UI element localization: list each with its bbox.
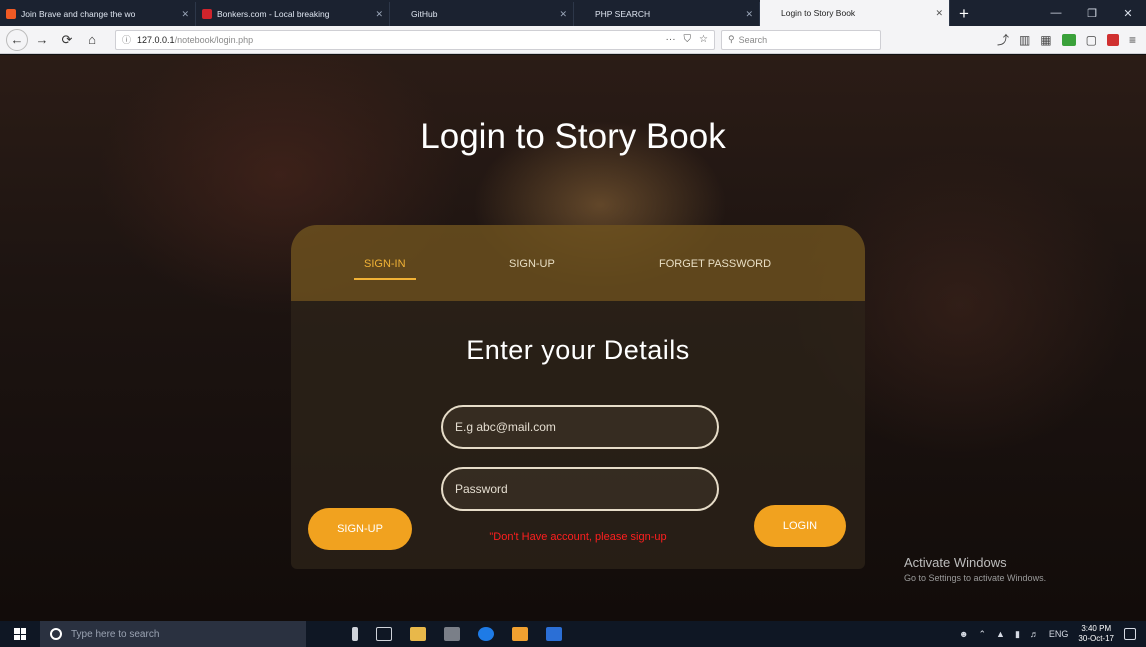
windows-taskbar: Type here to search ☻ ⌃ ▲ ▮ ♬ ENG 3:40 P…	[0, 621, 1146, 647]
browser-tab-bar: Join Brave and change the wo ✕ Bonkers.c…	[0, 0, 1146, 26]
browser-toolbar: ⤴ ▥ ▦ ▢ ≡	[997, 31, 1146, 48]
language-indicator[interactable]: ENG	[1049, 629, 1069, 639]
watermark-subtitle: Go to Settings to activate Windows.	[904, 573, 1047, 583]
minimize-icon[interactable]: —	[1038, 7, 1074, 19]
tab-login-story-book[interactable]: Login to Story Book ✕	[760, 0, 950, 26]
window-controls: — ❐ ✕	[1038, 0, 1146, 26]
screenshot-icon[interactable]: ▢	[1086, 33, 1097, 47]
login-tab-strip: SIGN-IN SIGN-UP FORGET PASSWORD	[291, 225, 865, 301]
bookmark-star-icon[interactable]: ☆	[699, 34, 708, 45]
pocket-icon[interactable]: ⛉	[684, 34, 692, 45]
taskbar-search[interactable]: Type here to search	[40, 621, 306, 647]
battery-icon[interactable]: ▮	[1015, 629, 1020, 640]
tab-sign-up[interactable]: SIGN-UP	[509, 258, 555, 270]
forward-arrow-icon[interactable]: →	[31, 29, 53, 51]
activate-windows-watermark: Activate Windows Go to Settings to activ…	[904, 555, 1046, 583]
bonkers-favicon-icon	[202, 9, 212, 19]
people-icon[interactable]: ☻	[959, 629, 968, 639]
menu-icon[interactable]: ≡	[1129, 33, 1136, 47]
action-center-icon[interactable]	[1124, 628, 1136, 640]
tab-brave[interactable]: Join Brave and change the wo ✕	[0, 2, 196, 26]
close-window-icon[interactable]: ✕	[1110, 7, 1146, 20]
tab-close-icon[interactable]: ✕	[559, 9, 567, 20]
tab-close-icon[interactable]: ✕	[745, 9, 753, 20]
tab-bonkers[interactable]: Bonkers.com - Local breaking ✕	[196, 2, 390, 26]
taskbar-apps	[352, 627, 562, 641]
url-actions: ··· ⛉ ☆	[666, 34, 708, 45]
tab-label: GitHub	[411, 9, 438, 19]
extension-icon[interactable]	[1061, 33, 1076, 46]
tab-sign-in[interactable]: SIGN-IN	[354, 258, 416, 280]
page-actions-icon[interactable]: ···	[666, 34, 676, 45]
tab-close-icon[interactable]: ✕	[375, 9, 383, 20]
browser-nav-bar: ← → ⟳ ⌂ ⓘ 127.0.0.1/notebook/login.php ·…	[0, 26, 1146, 54]
form-heading: Enter your Details	[466, 335, 690, 365]
tab-github[interactable]: GitHub ✕	[390, 2, 574, 26]
sidebar-icon[interactable]: ▦	[1040, 33, 1051, 47]
login-form: Enter your Details SIGN-UP "Don't Have a…	[291, 301, 865, 569]
github-favicon-icon	[396, 9, 406, 19]
tab-label: PHP SEARCH	[595, 9, 651, 19]
url-text: 127.0.0.1/notebook/login.php	[137, 35, 253, 45]
password-input[interactable]	[441, 467, 719, 511]
calculator-icon[interactable]	[444, 627, 460, 641]
email-input[interactable]	[441, 405, 719, 449]
tab-close-icon[interactable]: ✕	[935, 8, 943, 19]
url-bar[interactable]: ⓘ 127.0.0.1/notebook/login.php ··· ⛉ ☆	[115, 29, 715, 50]
signup-button[interactable]: SIGN-UP	[308, 508, 412, 550]
volume-icon[interactable]: ♬	[1030, 629, 1039, 639]
pin-icon[interactable]: ⤴	[997, 31, 1009, 48]
home-icon[interactable]: ⌂	[81, 29, 103, 51]
url-host: 127.0.0.1	[137, 34, 175, 45]
task-view-icon[interactable]	[376, 627, 392, 641]
tab-label: Join Brave and change the wo	[21, 9, 136, 19]
tray-expand-icon[interactable]: ⌃	[978, 629, 986, 640]
clock-time: 3:40 PM	[1081, 624, 1112, 633]
url-path: /notebook/login.php	[174, 34, 254, 45]
page-title: Login to Story Book	[420, 117, 726, 156]
word-icon[interactable]	[546, 627, 562, 641]
xampp-icon[interactable]	[512, 627, 528, 641]
network-icon[interactable]: ▲	[996, 629, 1005, 639]
tab-forget-password[interactable]: FORGET PASSWORD	[659, 258, 771, 270]
browser-search-bar[interactable]: ⚲ Search	[721, 29, 881, 50]
library-icon[interactable]: ▥	[1019, 33, 1030, 47]
tab-close-icon[interactable]: ✕	[181, 9, 189, 20]
file-explorer-icon[interactable]	[410, 627, 426, 641]
search-placeholder: Search	[738, 34, 768, 45]
watermark-title: Activate Windows	[904, 555, 1007, 570]
tab-label: Bonkers.com - Local breaking	[217, 9, 330, 19]
back-arrow-icon[interactable]: ←	[6, 28, 28, 51]
site-info-icon[interactable]: ⓘ	[122, 33, 131, 46]
new-tab-button[interactable]: +	[950, 2, 978, 26]
microphone-icon[interactable]	[352, 627, 358, 641]
page-favicon-icon	[766, 8, 776, 18]
taskbar-clock[interactable]: 3:40 PM 30-Oct-17	[1078, 624, 1114, 644]
login-button[interactable]: LOGIN	[754, 505, 846, 547]
extension-red-icon[interactable]	[1106, 33, 1119, 46]
clock-date: 30-Oct-17	[1078, 634, 1114, 643]
brave-favicon-icon	[6, 9, 16, 19]
taskbar-search-placeholder: Type here to search	[71, 628, 160, 640]
search-icon: ⚲	[728, 34, 735, 44]
php-favicon-icon	[580, 9, 590, 19]
firefox-icon[interactable]	[478, 627, 494, 641]
start-button[interactable]	[0, 621, 40, 647]
reload-icon[interactable]: ⟳	[56, 29, 78, 51]
page-viewport: Login to Story Book SIGN-IN SIGN-UP FORG…	[0, 55, 1146, 621]
cortana-icon	[50, 628, 62, 640]
windows-logo-icon	[14, 628, 26, 640]
maximize-icon[interactable]: ❐	[1074, 7, 1110, 20]
system-tray: ☻ ⌃ ▲ ▮ ♬ ENG 3:40 PM 30-Oct-17	[959, 624, 1146, 644]
tab-label: Login to Story Book	[781, 8, 856, 18]
login-card: SIGN-IN SIGN-UP FORGET PASSWORD Enter yo…	[291, 225, 865, 569]
tab-php-search[interactable]: PHP SEARCH ✕	[574, 2, 760, 26]
